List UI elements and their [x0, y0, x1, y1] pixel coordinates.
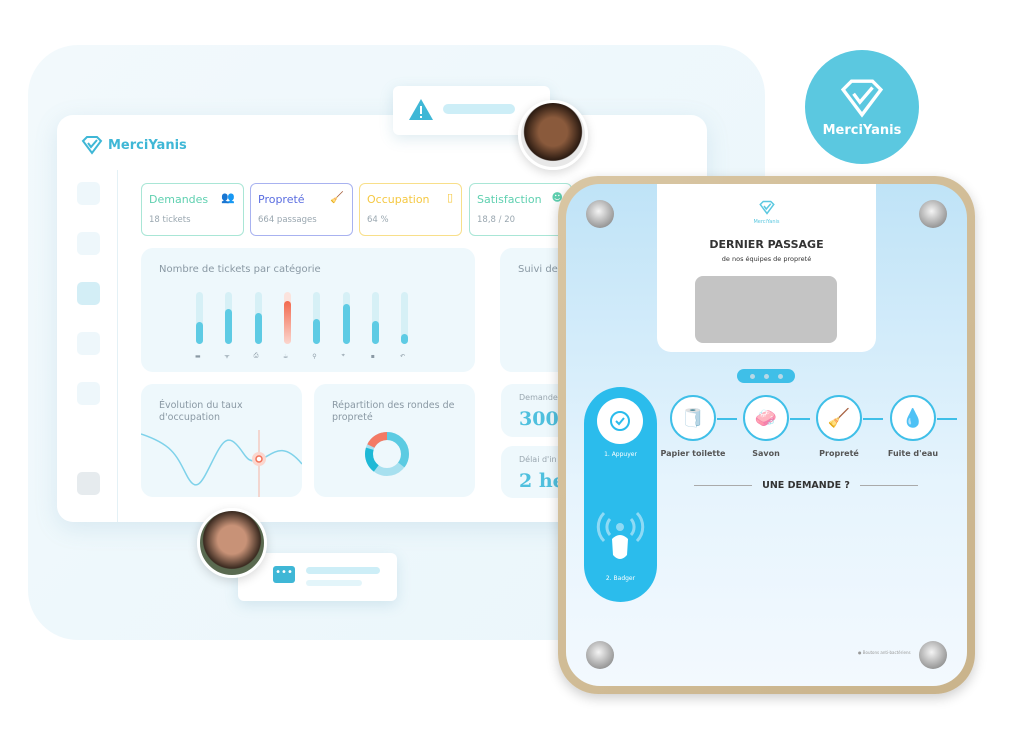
rondes-card: Répartition des rondes de propreté — [314, 384, 475, 497]
device-screen: MerciYanis DERNIER PASSAGE de nos équipe… — [566, 184, 967, 686]
steps-pill: 1. Appuyer 2. Badger — [584, 387, 657, 602]
tickets-bar[interactable] — [313, 292, 321, 344]
diamond-logo-icon — [81, 136, 103, 155]
diamond-logo-icon — [758, 200, 775, 215]
soap-icon: 🧼 — [754, 407, 778, 429]
toilet-paper-icon: 🧻 — [681, 407, 705, 429]
tickets-bar[interactable] — [225, 292, 233, 344]
kpi-proprete[interactable]: Propreté 🧹 664 passages — [250, 183, 353, 236]
nfc-badge-icon — [596, 511, 645, 559]
alert-placeholder-bar — [443, 104, 515, 114]
check-icon — [610, 411, 630, 431]
service-toilet-paper-button[interactable]: 🧻 — [670, 395, 716, 441]
kpi-satisfaction[interactable]: Satisfaction ☻ 18,8 / 20 — [469, 183, 572, 236]
tickets-bar-fill — [371, 321, 379, 344]
rondes-donut-chart — [365, 432, 409, 476]
water-drop-icon: 💧 — [901, 407, 925, 429]
chat-placeholder-bar — [306, 580, 362, 586]
device-footer: ● Boutons anti-bactériens — [858, 650, 911, 655]
occupation-card: Évolution du taux d'occupation — [141, 384, 302, 497]
sidebar-settings[interactable] — [77, 472, 100, 495]
warning-icon — [409, 99, 433, 120]
tickets-bar-fill — [401, 333, 409, 344]
temperature-icon: ⌖ — [341, 352, 345, 359]
tickets-bar[interactable] — [283, 292, 291, 344]
tickets-bar-fill — [196, 322, 203, 344]
screw — [919, 200, 947, 228]
coffee-icon: ☕ — [282, 353, 289, 360]
connector-line — [717, 418, 737, 420]
cursor-point[interactable] — [255, 455, 263, 463]
connector-line — [863, 418, 883, 420]
building-icon: ▯ — [446, 191, 453, 204]
request-heading: UNE DEMANDE ? — [694, 480, 919, 491]
tickets-bar-fill — [254, 312, 262, 344]
pagination-dots — [737, 369, 795, 383]
occupation-line-chart — [141, 430, 302, 497]
tickets-bar[interactable] — [371, 292, 379, 344]
tickets-bar-fill — [283, 300, 291, 344]
screen-icon: ▬ — [195, 353, 201, 360]
tickets-bar-fill — [313, 319, 321, 344]
sidebar — [57, 170, 118, 522]
last-passage-panel: MerciYanis DERNIER PASSAGE de nos équipe… — [657, 184, 876, 352]
printer-icon: ⎙ — [253, 352, 259, 359]
tickets-bar-fill — [342, 303, 350, 344]
wifi-icon: ᯤ — [224, 353, 230, 360]
avatar-man — [197, 508, 267, 578]
camera-icon: ▪ — [370, 353, 375, 360]
tickets-bar[interactable] — [254, 292, 262, 344]
sidebar-item[interactable] — [77, 182, 100, 205]
tickets-bar-fill — [225, 308, 233, 344]
passage-display — [695, 276, 837, 343]
chat-bubble-icon: ••• — [273, 566, 295, 583]
brand-logo-badge: MerciYanis — [805, 50, 919, 164]
dashboard-logo: MerciYanis — [81, 135, 187, 155]
sidebar-item[interactable] — [77, 382, 100, 405]
services-row: 🧻 🧼 🧹 💧 Papier toilette Savon Propreté F… — [661, 395, 967, 458]
service-water-leak-button[interactable]: 💧 — [890, 395, 936, 441]
screw — [586, 641, 614, 669]
service-soap-button[interactable]: 🧼 — [743, 395, 789, 441]
tickets-bar[interactable] — [401, 292, 409, 344]
occupation-line — [141, 433, 302, 486]
tickets-chart-card: Nombre de tickets par catégorie ▬ ᯤ ⎙ ☕ ⚲ ⌖ ▪ ↶ — [141, 248, 475, 372]
screw — [919, 641, 947, 669]
service-cleanliness-button[interactable]: 🧹 — [816, 395, 862, 441]
sidebar-item[interactable] — [77, 232, 100, 255]
connector-line — [937, 418, 957, 420]
avatar-woman — [518, 100, 588, 170]
cleaning-icon: 🧹 — [330, 191, 344, 204]
users-icon: 👥 — [221, 191, 235, 204]
diamond-logo-icon — [840, 79, 884, 118]
return-icon: ↶ — [400, 353, 406, 360]
tickets-bar[interactable] — [342, 292, 350, 344]
broom-icon: 🧹 — [827, 407, 851, 429]
bulb-icon: ⚲ — [312, 353, 317, 360]
screw — [586, 200, 614, 228]
connector-line — [790, 418, 810, 420]
press-button[interactable] — [597, 398, 643, 444]
sidebar-item-active[interactable] — [77, 282, 100, 305]
kpi-occupation[interactable]: Occupation ▯ 64 % — [359, 183, 462, 236]
tickets-bar[interactable] — [196, 292, 203, 344]
sidebar-item[interactable] — [77, 332, 100, 355]
chat-placeholder-bar — [306, 567, 380, 574]
kpi-demandes[interactable]: Demandes 👥 18 tickets — [141, 183, 244, 236]
